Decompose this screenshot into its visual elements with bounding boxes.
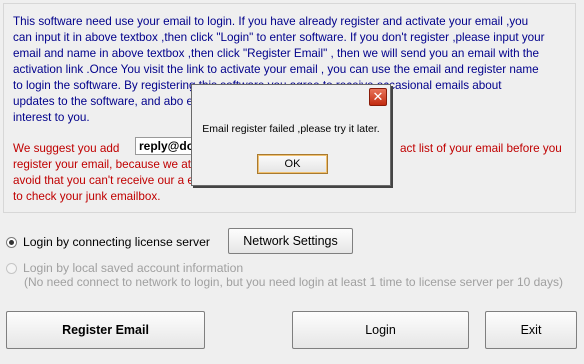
suggest-lead-text: We suggest you add [13, 142, 120, 155]
radio-local-account[interactable] [6, 262, 17, 274]
register-email-button[interactable]: Register Email [6, 311, 205, 349]
close-icon[interactable]: ✕ [369, 88, 387, 106]
login-button[interactable]: Login [292, 311, 469, 349]
local-account-label: Login by local saved account information [23, 261, 244, 275]
network-settings-button[interactable]: Network Settings [228, 228, 353, 254]
exit-button[interactable]: Exit [485, 311, 577, 349]
option-local-account[interactable]: Login by local saved account information [6, 261, 243, 275]
error-dialog: ✕ Email register failed ,please try it l… [191, 84, 391, 186]
suggest-tail: act list of your email before you [400, 142, 562, 155]
local-account-note: (No need connect to network to login, bu… [24, 275, 563, 289]
radio-license-server[interactable] [6, 236, 17, 248]
option-license-server[interactable]: Login by connecting license server [6, 235, 210, 249]
ok-button[interactable]: OK [257, 154, 328, 174]
error-message: Email register failed ,please try it lat… [202, 123, 380, 135]
license-server-label: Login by connecting license server [23, 235, 210, 249]
suggested-email-field[interactable]: reply@do [135, 137, 197, 155]
